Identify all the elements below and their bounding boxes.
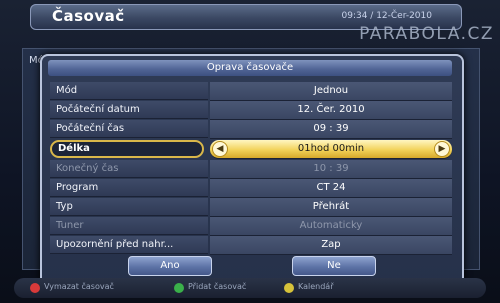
row-program[interactable]: Program CT 24 <box>50 179 452 198</box>
row-value: Automaticky <box>210 217 452 236</box>
legend-red-label: Vymazat časovač <box>44 282 114 291</box>
yes-button[interactable]: Ano <box>128 256 212 276</box>
row-tuner: Tuner Automaticky <box>50 217 452 236</box>
row-label: Mód <box>50 82 208 100</box>
row-value: Zap <box>210 236 452 255</box>
timer-screen: Časovač 09:34 / 12-Čer-2010 PARABOLA.CZ … <box>0 0 500 303</box>
row-end-time: Konečný čas 10 : 39 <box>50 160 452 179</box>
watermark: PARABOLA.CZ <box>359 24 494 44</box>
row-label: Upozornění před nahr... <box>50 236 208 254</box>
row-label: Program <box>50 179 208 197</box>
screen-title: Časovač <box>52 7 125 25</box>
row-label: Typ <box>50 198 208 216</box>
row-value: 12. Čer. 2010 <box>210 101 452 120</box>
row-value: 10 : 39 <box>210 160 452 179</box>
legend-yellow-label: Kalendář <box>298 282 334 291</box>
arrow-left-icon[interactable]: ◀ <box>212 141 228 157</box>
row-duration[interactable]: Délka ◀ 01hod 00min ▶ <box>50 140 452 159</box>
clock-display: 09:34 / 12-Čer-2010 <box>341 11 433 21</box>
row-value: 01hod 00min <box>297 143 365 154</box>
row-label: Počáteční datum <box>50 101 208 119</box>
dialog-title: Oprava časovače <box>48 60 452 76</box>
row-label: Tuner <box>50 217 208 235</box>
color-key-legend: Vymazat časovač Přidat časovač Kalendář <box>14 278 486 298</box>
row-label: Konečný čas <box>50 160 208 178</box>
arrow-right-icon[interactable]: ▶ <box>434 141 450 157</box>
legend-green-label: Přidat časovač <box>188 282 247 291</box>
row-label: Počáteční čas <box>50 120 208 138</box>
row-reminder[interactable]: Upozornění před nahr... Zap <box>50 236 452 255</box>
row-label: Délka <box>50 140 204 158</box>
no-button[interactable]: Ne <box>292 256 376 276</box>
yellow-key-icon <box>284 283 294 293</box>
red-key-icon <box>30 283 40 293</box>
row-type[interactable]: Typ Přehrát <box>50 198 452 217</box>
duration-selector[interactable]: ◀ 01hod 00min ▶ <box>210 140 452 159</box>
green-key-icon <box>174 283 184 293</box>
row-value: 09 : 39 <box>210 120 452 139</box>
row-mode[interactable]: Mód Jednou <box>50 82 452 101</box>
row-value: CT 24 <box>210 179 452 198</box>
edit-timer-dialog: Oprava časovače Mód Jednou Počáteční dat… <box>40 54 464 286</box>
row-start-time[interactable]: Počáteční čas 09 : 39 <box>50 120 452 139</box>
row-value: Jednou <box>210 82 452 101</box>
row-start-date[interactable]: Počáteční datum 12. Čer. 2010 <box>50 101 452 120</box>
row-value: Přehrát <box>210 198 452 217</box>
